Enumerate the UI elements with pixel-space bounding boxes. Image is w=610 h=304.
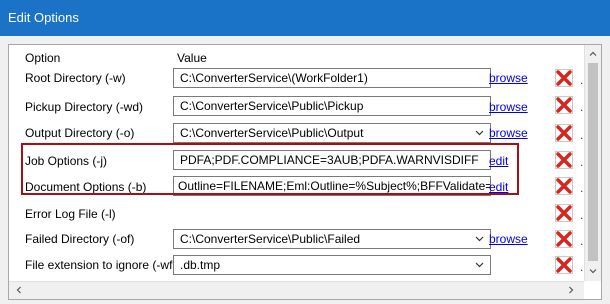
document-options-input[interactable]: Outline=FILENAME;Eml:Outline=%Subject%;B…: [173, 176, 491, 196]
output-directory-browse-link[interactable]: browse: [489, 126, 528, 140]
vertical-scrollbar[interactable]: [584, 45, 601, 281]
option-label-root-directory: Root Directory (-w): [25, 71, 126, 85]
file-extension-ignore-select[interactable]: .db.tmp: [173, 255, 491, 275]
file-extension-ignore-value: .db.tmp: [180, 258, 221, 272]
failed-directory-browse-link[interactable]: browse: [489, 232, 528, 246]
option-label-output-directory: Output Directory (-o): [25, 126, 135, 140]
options-panel: Option Value Root Directory (-w) C:\Conv…: [8, 44, 602, 300]
failed-directory-select[interactable]: C:\ConverterService\Public\Failed: [173, 229, 491, 249]
row-marker: .: [580, 260, 584, 274]
root-directory-browse-link[interactable]: browse: [489, 71, 528, 85]
output-directory-select[interactable]: C:\ConverterService\Public\Output: [173, 123, 491, 143]
failed-directory-value: C:\ConverterService\Public\Failed: [180, 232, 361, 246]
option-label-error-log-file: Error Log File (-l): [25, 207, 116, 221]
horizontal-scrollbar[interactable]: [9, 281, 584, 299]
scroll-right-icon[interactable]: [567, 286, 575, 294]
option-label-file-extension-to-ignore: File extension to ignore (-wfi): [25, 258, 180, 272]
option-label-pickup-directory: Pickup Directory (-wd): [25, 100, 144, 114]
row-marker: .: [580, 73, 584, 87]
job-options-edit-link[interactable]: edit: [489, 154, 508, 168]
row-marker: .: [580, 181, 584, 195]
chevron-down-icon[interactable]: [475, 128, 484, 137]
delete-icon[interactable]: [555, 256, 573, 274]
chevron-down-icon[interactable]: [475, 234, 484, 243]
delete-icon[interactable]: [555, 124, 573, 142]
output-directory-value: C:\ConverterService\Public\Output: [180, 126, 364, 140]
scroll-left-icon[interactable]: [15, 286, 23, 294]
delete-icon[interactable]: [555, 69, 573, 87]
window-title: Edit Options: [8, 10, 79, 25]
scroll-down-icon[interactable]: [589, 267, 597, 275]
delete-icon[interactable]: [555, 177, 573, 195]
delete-icon[interactable]: [555, 151, 573, 169]
column-header-option: Option: [25, 51, 61, 65]
option-label-document-options: Document Options (-b): [25, 180, 147, 194]
window-title-bar: Edit Options: [0, 0, 610, 36]
document-options-edit-link[interactable]: edit: [489, 180, 508, 194]
delete-icon[interactable]: [555, 230, 573, 248]
job-options-input[interactable]: PDFA;PDF.COMPLIANCE=3AUB;PDFA.WARNVISDIF…: [173, 150, 491, 170]
option-label-failed-directory: Failed Directory (-of): [25, 232, 135, 246]
delete-icon[interactable]: [555, 96, 573, 114]
pickup-directory-browse-link[interactable]: browse: [489, 100, 528, 114]
pickup-directory-input[interactable]: C:\ConverterService\Public\Pickup: [173, 96, 491, 116]
row-marker: .: [580, 208, 584, 222]
vertical-scroll-thumb[interactable]: [588, 63, 598, 261]
row-marker: .: [580, 128, 584, 142]
row-marker: .: [580, 155, 584, 169]
row-marker: .: [580, 234, 584, 248]
root-directory-input[interactable]: C:\ConverterService\(WorkFolder1): [173, 68, 491, 88]
row-marker: .: [580, 100, 584, 114]
delete-icon[interactable]: [555, 204, 573, 222]
chevron-down-icon[interactable]: [475, 260, 484, 269]
scroll-up-icon[interactable]: [589, 50, 597, 58]
column-header-value: Value: [177, 51, 207, 65]
option-label-job-options: Job Options (-j): [25, 154, 108, 168]
